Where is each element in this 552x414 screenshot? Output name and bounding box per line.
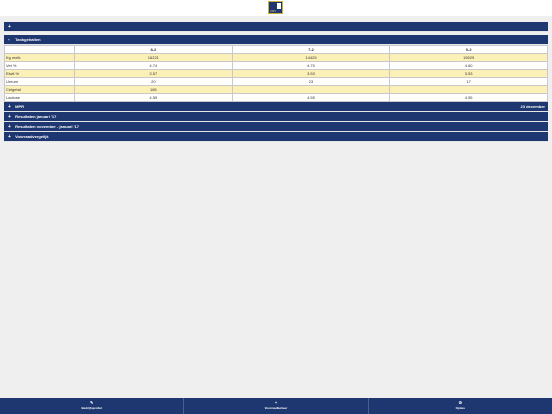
table-cell: 3.53 [231, 69, 391, 78]
footer-button-label: Opties [455, 406, 465, 410]
main-content: + - Tankgehalten 8-2 7-2 0-2 Kg melk 162… [4, 22, 548, 142]
section-title: Resultaten november - januari '17 [15, 124, 79, 129]
section-title: Tankgehalten [15, 37, 41, 42]
table-cell: 165 [74, 85, 233, 94]
table-cell: 17 [389, 77, 548, 86]
table-header-row: 8-2 7-2 0-2 [4, 45, 548, 54]
table-row: Celgetal 165 [4, 85, 548, 94]
table-cell: 4.55 [74, 93, 233, 102]
tank-data-table: 8-2 7-2 0-2 Kg melk 16221 14425 15929 Ve… [4, 45, 548, 102]
expand-icon: + [8, 24, 11, 30]
bottom-toolbar: ✎ Bedrijfsprofiel + Voorraadbeheer ⚙ Opt… [0, 398, 552, 414]
row-label: Lactose [4, 93, 75, 102]
table-cell: 23 [231, 77, 391, 86]
expand-icon: + [8, 124, 11, 130]
table-cell [389, 85, 548, 94]
empty-section-bar[interactable]: + [4, 22, 548, 32]
section-title: Resultaten januari '17 [15, 114, 57, 119]
top-header: CRV [0, 0, 552, 16]
table-cell: 4.70 [231, 61, 391, 70]
expand-icon: + [8, 134, 11, 140]
section-tankgegevens[interactable]: - Tankgehalten [4, 35, 548, 45]
column-header: 7-2 [231, 45, 391, 54]
table-cell: 4.60 [389, 61, 548, 70]
section-title: Voorraadvergelijk [15, 134, 49, 139]
row-label: Eiwit % [4, 69, 75, 78]
footer-button-opties[interactable]: ⚙ Opties [369, 398, 552, 414]
table-cell: 20 [74, 77, 233, 86]
table-cell: 16221 [74, 53, 233, 62]
section-title: MPR [15, 104, 25, 109]
table-row: Eiwit % 3.57 3.53 3.53 [4, 69, 548, 78]
column-header [4, 45, 75, 54]
section-mpr[interactable]: + MPR 23 december [4, 102, 548, 112]
table-cell: 15929 [389, 53, 548, 62]
table-cell: 14425 [231, 53, 391, 62]
table-row: Kg melk 16221 14425 15929 [4, 53, 548, 62]
footer-button-bedrijfsprofiel[interactable]: ✎ Bedrijfsprofiel [0, 398, 185, 414]
table-cell: 4.74 [74, 61, 233, 70]
row-label: Kg melk [4, 53, 75, 62]
expand-icon: + [8, 114, 11, 120]
footer-button-label: Voorraadbeheer [264, 406, 288, 410]
row-label: Vet % [4, 61, 75, 70]
table-cell: 4.55 [389, 93, 548, 102]
table-cell: 3.53 [389, 69, 548, 78]
column-header: 8-2 [74, 45, 233, 54]
row-label: Celgetal [4, 85, 75, 94]
collapse-icon: - [8, 37, 10, 43]
row-label: Ureum [4, 77, 75, 86]
section-voorraadvergelijk[interactable]: + Voorraadvergelijk [4, 132, 548, 142]
section-resultaten-januari[interactable]: + Resultaten januari '17 [4, 112, 548, 122]
logo-mark-icon [277, 3, 281, 9]
table-cell [231, 85, 391, 94]
table-row: Lactose 4.55 4.55 4.55 [4, 93, 548, 102]
column-header: 0-2 [389, 45, 548, 54]
logo-text: CRV [270, 9, 277, 13]
table-row: Vet % 4.74 4.70 4.60 [4, 61, 548, 70]
table-row: Ureum 20 23 17 [4, 77, 548, 86]
crv-logo: CRV [268, 1, 283, 14]
section-resultaten-nov-jan[interactable]: + Resultaten november - januari '17 [4, 122, 548, 132]
expand-icon: + [8, 104, 11, 110]
footer-button-label: Bedrijfsprofiel [81, 406, 102, 410]
section-date: 23 december [520, 104, 545, 109]
table-cell: 3.57 [74, 69, 233, 78]
table-cell: 4.55 [231, 93, 391, 102]
footer-button-voorraadbeheer[interactable]: + Voorraadbeheer [184, 398, 369, 414]
